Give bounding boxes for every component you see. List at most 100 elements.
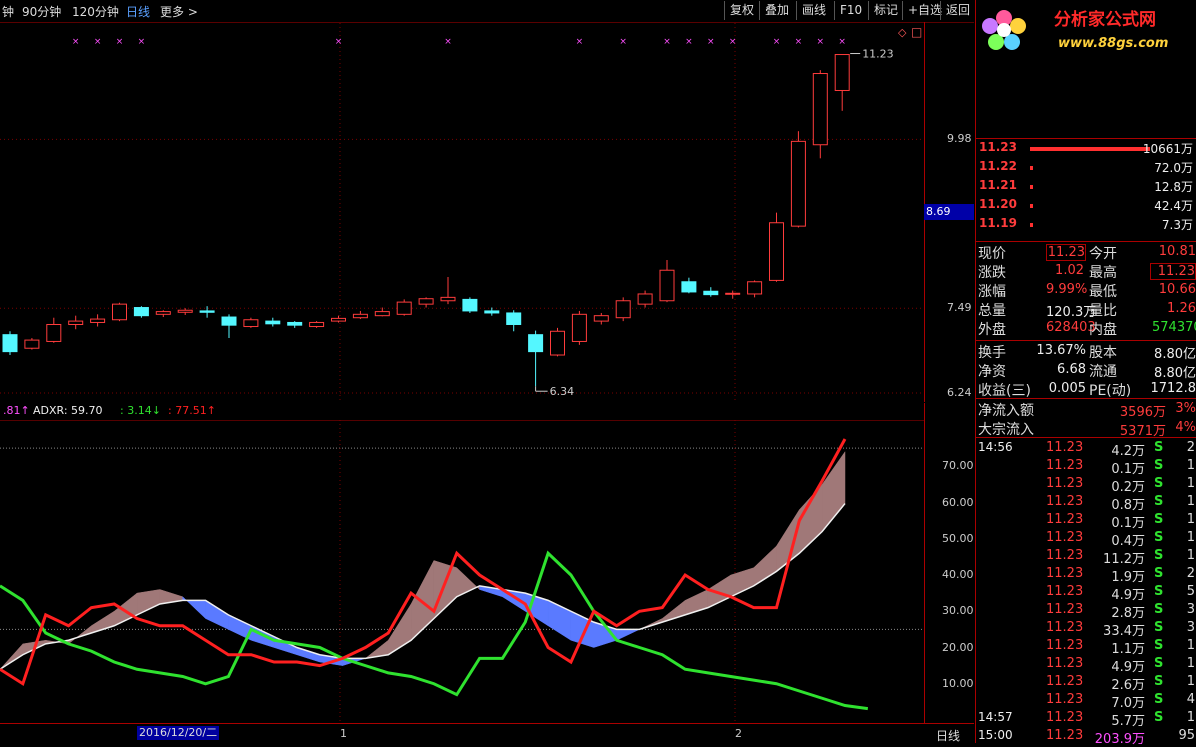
candle-body[interactable]	[133, 307, 149, 317]
candle-body[interactable]	[155, 311, 171, 315]
candle-body[interactable]	[374, 311, 390, 317]
fund-label: PE(动)	[1089, 383, 1132, 399]
tick-volume: 0.8万	[1111, 498, 1145, 513]
candle-body[interactable]	[24, 339, 40, 349]
candle-body[interactable]	[221, 316, 237, 326]
tick-row[interactable]: 14:57 11.23 5.7万 S 1	[976, 710, 1196, 729]
candle-body[interactable]	[593, 315, 609, 322]
flow-value: 3596万	[1119, 405, 1166, 420]
period-tab-4[interactable]: 更多 >	[160, 3, 198, 20]
adx-band	[205, 599, 229, 630]
toolbar-button-0[interactable]: 复权	[724, 1, 759, 20]
square-icon[interactable]: □	[911, 25, 922, 39]
period-tab-3[interactable]: 日线	[126, 3, 150, 20]
toolbar-button-1[interactable]: 叠加	[759, 1, 796, 20]
candle-body[interactable]	[703, 290, 719, 296]
candle-body[interactable]	[528, 334, 544, 353]
adx-value: .81↑	[3, 404, 30, 417]
candle-body[interactable]	[790, 140, 806, 227]
tick-price: 11.23	[1046, 494, 1084, 509]
tick-row[interactable]: 11.23 0.4万 S 1	[976, 530, 1196, 549]
toolbar-button-3[interactable]: F10	[834, 1, 868, 20]
diamond-icon[interactable]: ◇	[898, 26, 906, 39]
toolbar-button-4[interactable]: 标记	[868, 1, 902, 20]
bid-row[interactable]: 11.21 12.8万	[976, 178, 1196, 197]
tick-count: 4	[1186, 692, 1195, 707]
period-tab-0[interactable]: 钟	[2, 3, 14, 20]
tick-row[interactable]: 11.23 4.9万 S 5	[976, 584, 1196, 603]
quote-label: 外盘	[978, 322, 1006, 338]
candle-body[interactable]	[243, 319, 259, 328]
quote-label: 今开	[1089, 246, 1117, 262]
tick-volume: 5.7万	[1111, 714, 1145, 729]
period-label: 日线	[936, 729, 961, 743]
bid-row[interactable]: 11.19 7.3万	[976, 216, 1196, 235]
tick-time: 15:00	[978, 728, 1013, 742]
bid-row[interactable]: 11.20 42.4万	[976, 197, 1196, 216]
candle-body[interactable]	[615, 300, 631, 319]
adx-band	[136, 589, 161, 616]
period-tab-1[interactable]: 90分钟	[22, 3, 61, 20]
tick-row[interactable]: 15:00 11.23 203.9万 95	[976, 728, 1196, 747]
tick-row[interactable]: 11.23 7.0万 S 4	[976, 692, 1196, 711]
toolbar-button-5[interactable]: +自选	[902, 1, 942, 20]
quote-value: 11.23	[1046, 244, 1086, 261]
candle-body[interactable]	[462, 298, 478, 312]
period-tab-2[interactable]: 120分钟	[72, 3, 119, 20]
dmi-indicator-chart[interactable]	[0, 420, 924, 723]
tick-row[interactable]: 11.23 1.9万 S 2	[976, 566, 1196, 585]
tick-row[interactable]: 11.23 2.6万 S 1	[976, 674, 1196, 693]
tick-row[interactable]: 11.23 0.1万 S 1	[976, 512, 1196, 531]
toolbar-button-6[interactable]: 返回	[940, 1, 974, 20]
tick-side: S	[1154, 476, 1164, 491]
tick-row[interactable]: 11.23 0.2万 S 1	[976, 476, 1196, 495]
candle-body[interactable]	[199, 310, 215, 313]
candle-body[interactable]	[68, 320, 84, 325]
tick-row[interactable]: 11.23 11.2万 S 1	[976, 548, 1196, 567]
candle-body[interactable]	[484, 310, 500, 314]
toolbar-button-2[interactable]: 画线	[796, 1, 834, 20]
candle-body[interactable]	[309, 321, 325, 328]
candle-body[interactable]	[46, 323, 62, 342]
candle-body[interactable]	[769, 222, 784, 281]
tick-price: 11.23	[1046, 674, 1084, 689]
candle-body[interactable]	[571, 313, 587, 342]
tick-count: 1	[1186, 512, 1195, 527]
tick-volume: 4.9万	[1111, 588, 1145, 603]
candlestick-chart[interactable]: × × × × × × × × × × × × × × × × 11.23 6.34	[0, 23, 924, 403]
tick-row[interactable]: 11.23 1.1万 S 1	[976, 638, 1196, 657]
signal-mark: ×	[795, 37, 803, 47]
candle-body[interactable]	[550, 330, 565, 356]
candle-body[interactable]	[396, 301, 412, 315]
candle-body[interactable]	[812, 73, 828, 146]
candle-body[interactable]	[177, 309, 193, 313]
tick-row[interactable]: 11.23 33.4万 S 3	[976, 620, 1196, 639]
pdi-line	[0, 438, 847, 687]
candle-body[interactable]	[747, 281, 763, 295]
candle-body[interactable]	[2, 334, 18, 353]
bid-row[interactable]: 11.23 10661万	[976, 140, 1196, 159]
candle-body[interactable]	[287, 321, 303, 326]
candle-body[interactable]	[834, 54, 850, 91]
candle-body[interactable]	[681, 281, 697, 293]
tick-row[interactable]: 14:56 11.23 4.2万 S 2	[976, 440, 1196, 459]
candle-body[interactable]	[352, 313, 368, 319]
candle-body[interactable]	[506, 312, 522, 325]
tick-row[interactable]: 11.23 0.8万 S 1	[976, 494, 1196, 513]
candle-body[interactable]	[637, 293, 653, 305]
candle-body[interactable]	[90, 318, 106, 323]
candle-body[interactable]	[331, 317, 346, 322]
candle-body[interactable]	[659, 269, 675, 302]
candle-body[interactable]	[725, 292, 741, 295]
candle-body[interactable]	[440, 296, 456, 302]
logo-text: 分析家公式网	[1054, 9, 1156, 30]
tick-row[interactable]: 11.23 2.8万 S 3	[976, 602, 1196, 621]
tick-row[interactable]: 11.23 4.9万 S 1	[976, 656, 1196, 675]
candle-body[interactable]	[265, 320, 281, 325]
candle-body[interactable]	[112, 303, 127, 321]
signal-mark: ×	[116, 37, 124, 47]
bid-row[interactable]: 11.22 72.0万	[976, 159, 1196, 178]
candle-body[interactable]	[418, 298, 434, 305]
quote-row: 外盘 628403内盘 574370	[976, 319, 1196, 338]
tick-row[interactable]: 11.23 0.1万 S 1	[976, 458, 1196, 477]
